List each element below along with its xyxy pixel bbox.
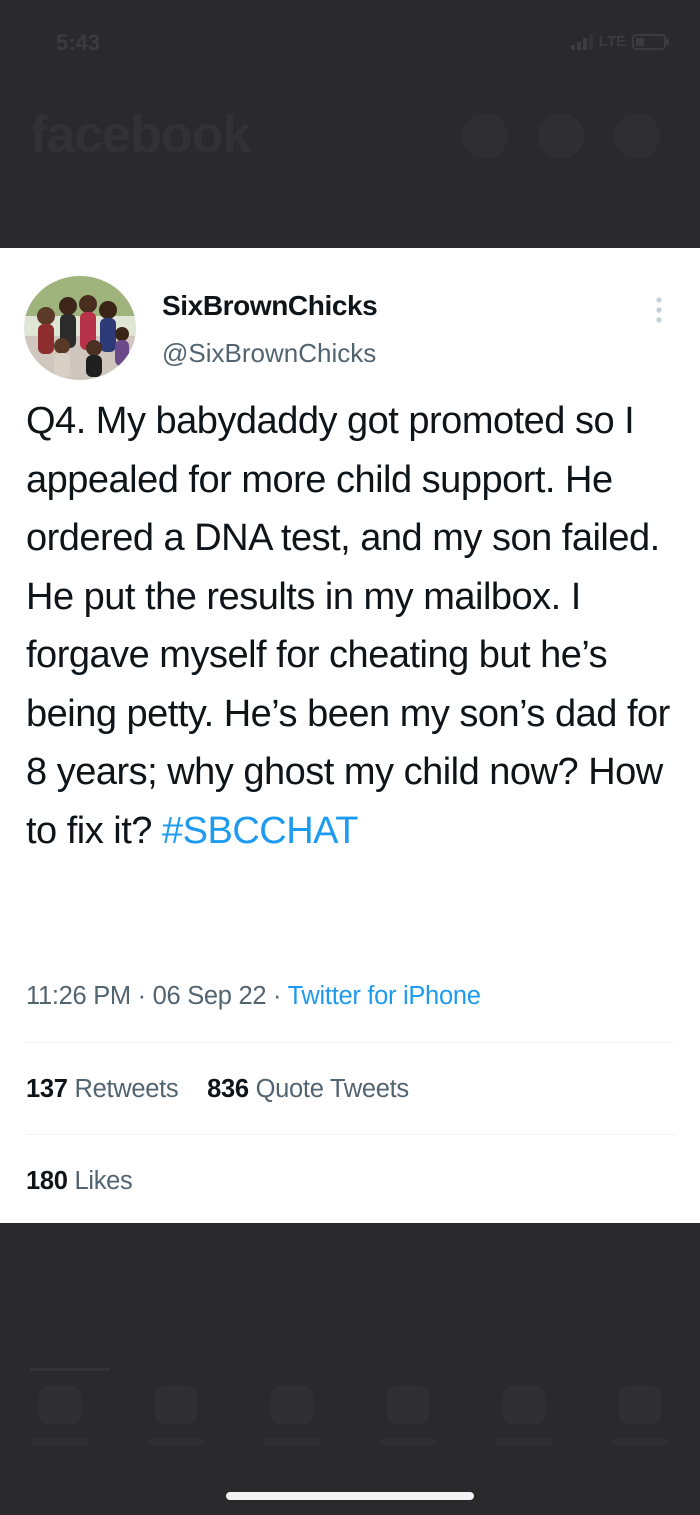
avatar[interactable] (24, 276, 136, 380)
facebook-logo: facebook (30, 106, 251, 164)
engagement-stats: 137 Retweets 836 Quote Tweets (26, 1075, 431, 1104)
menu-icon (619, 1386, 661, 1424)
nav-items (20, 1386, 680, 1446)
nav-item-watch (368, 1386, 448, 1446)
likes-stat[interactable]: 180 Likes (26, 1167, 133, 1195)
display-name[interactable]: SixBrownChicks (162, 290, 378, 322)
background-app-actions (462, 113, 660, 159)
meta-separator: · (273, 982, 282, 1010)
tweet-meta: 11:26 PM · 06 Sep 22 · Twitter for iPhon… (26, 982, 481, 1011)
nav-label-placeholder (496, 1438, 552, 1446)
divider (26, 1134, 676, 1135)
status-indicators: LTE (570, 33, 670, 50)
add-icon (462, 113, 508, 159)
nav-label-placeholder (148, 1438, 204, 1446)
nav-label-placeholder (612, 1438, 668, 1446)
tweet-source[interactable]: Twitter for iPhone (288, 982, 481, 1010)
tweet-body: Q4. My babydaddy got promoted so I appea… (26, 400, 670, 852)
nav-item-groups (252, 1386, 332, 1446)
battery-icon (632, 33, 669, 50)
tweet-text: Q4. My babydaddy got promoted so I appea… (26, 392, 681, 860)
tweet-date[interactable]: 06 Sep 22 (153, 982, 267, 1010)
friends-icon (155, 1386, 197, 1424)
more-options-icon[interactable] (652, 292, 666, 328)
quote-tweets-count: 836 (207, 1075, 249, 1103)
divider (26, 1042, 676, 1043)
retweets-count: 137 (26, 1075, 68, 1103)
tweet-time[interactable]: 11:26 PM (26, 982, 131, 1010)
nav-active-indicator (30, 1368, 110, 1371)
user-handle[interactable]: @SixBrownChicks (162, 338, 376, 369)
watch-icon (387, 1386, 429, 1424)
likes-count: 180 (26, 1167, 68, 1195)
search-icon (538, 113, 584, 159)
background-app-nav (0, 1368, 700, 1478)
avatar-image (24, 276, 136, 380)
nav-label-placeholder (264, 1438, 320, 1446)
retweets-stat[interactable]: 137 Retweets (26, 1075, 179, 1103)
quote-tweets-stat[interactable]: 836 Quote Tweets (207, 1075, 409, 1103)
likes-label: Likes (74, 1167, 133, 1195)
nav-label-placeholder (380, 1438, 436, 1446)
nav-item-menu (600, 1386, 680, 1446)
signal-icon (570, 33, 593, 50)
meta-separator: · (137, 982, 147, 1010)
retweets-label: Retweets (74, 1075, 179, 1103)
nav-label-placeholder (32, 1438, 88, 1446)
network-label: LTE (598, 33, 626, 50)
background-app-header: facebook (0, 95, 700, 245)
bell-icon (503, 1386, 545, 1424)
status-bar: 5:43 LTE (0, 0, 700, 80)
hashtag-link[interactable]: #SBCCHAT (162, 810, 358, 852)
quote-tweets-label: Quote Tweets (255, 1075, 410, 1103)
likes-stats: 180 Likes (26, 1167, 154, 1196)
nav-item-home (20, 1386, 100, 1446)
home-indicator[interactable] (226, 1492, 474, 1500)
nav-item-friends (136, 1386, 216, 1446)
groups-icon (271, 1386, 313, 1424)
home-icon (39, 1386, 81, 1424)
messenger-icon (614, 113, 660, 159)
nav-item-notifications (484, 1386, 564, 1446)
status-time: 5:43 (56, 30, 101, 55)
